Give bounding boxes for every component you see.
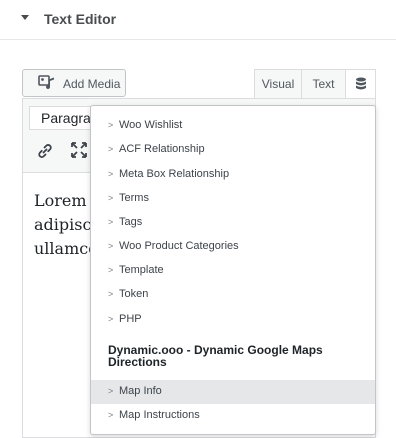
dropdown-item-map-info[interactable]: > Map Info xyxy=(91,380,375,404)
chevron-right-icon: > xyxy=(108,289,114,299)
add-media-icon xyxy=(38,75,54,89)
chevron-right-icon: > xyxy=(108,386,114,396)
dropdown-item-template[interactable]: > Template xyxy=(91,259,375,283)
dropdown-item-woo-product-categories[interactable]: > Woo Product Categories xyxy=(91,235,375,259)
caret-down-icon xyxy=(21,15,29,20)
section-header[interactable]: Text Editor xyxy=(0,0,396,40)
dropdown-item-map-instructions[interactable]: > Map Instructions xyxy=(91,404,375,428)
tab-visual[interactable]: Visual xyxy=(254,69,302,99)
chevron-right-icon: > xyxy=(108,410,114,420)
dropdown-item-tags[interactable]: > Tags xyxy=(91,211,375,235)
add-media-button[interactable]: Add Media xyxy=(22,69,126,97)
dropdown-item-token[interactable]: > Token xyxy=(91,283,375,307)
chevron-right-icon: > xyxy=(108,241,114,251)
chevron-right-icon: > xyxy=(108,193,114,203)
chevron-right-icon: > xyxy=(108,314,114,324)
dynamic-tags-button[interactable] xyxy=(345,69,376,99)
chevron-right-icon: > xyxy=(108,120,114,130)
dropdown-group-title: Dynamic.ooo - Dynamic Google Maps Direct… xyxy=(108,343,323,369)
chevron-right-icon: > xyxy=(108,144,114,154)
add-media-label: Add Media xyxy=(63,77,121,91)
dropdown-item-woo-wishlist[interactable]: > Woo Wishlist xyxy=(91,114,375,138)
dynamic-tags-dropdown: > Woo Wishlist > ACF Relationship > Meta… xyxy=(90,105,376,435)
database-icon xyxy=(355,77,366,90)
link-icon[interactable] xyxy=(36,142,54,160)
chevron-right-icon: > xyxy=(108,217,114,227)
fullscreen-icon[interactable] xyxy=(70,141,88,159)
dropdown-item-php[interactable]: > PHP xyxy=(91,308,375,332)
dropdown-item-acf-relationship[interactable]: > ACF Relationship xyxy=(91,138,375,162)
chevron-right-icon: > xyxy=(108,169,114,179)
tab-text[interactable]: Text xyxy=(301,69,346,99)
dropdown-item-meta-box-relationship[interactable]: > Meta Box Relationship xyxy=(91,163,375,187)
section-title: Text Editor xyxy=(44,11,117,27)
dropdown-item-terms[interactable]: > Terms xyxy=(91,187,375,211)
chevron-right-icon: > xyxy=(108,265,114,275)
